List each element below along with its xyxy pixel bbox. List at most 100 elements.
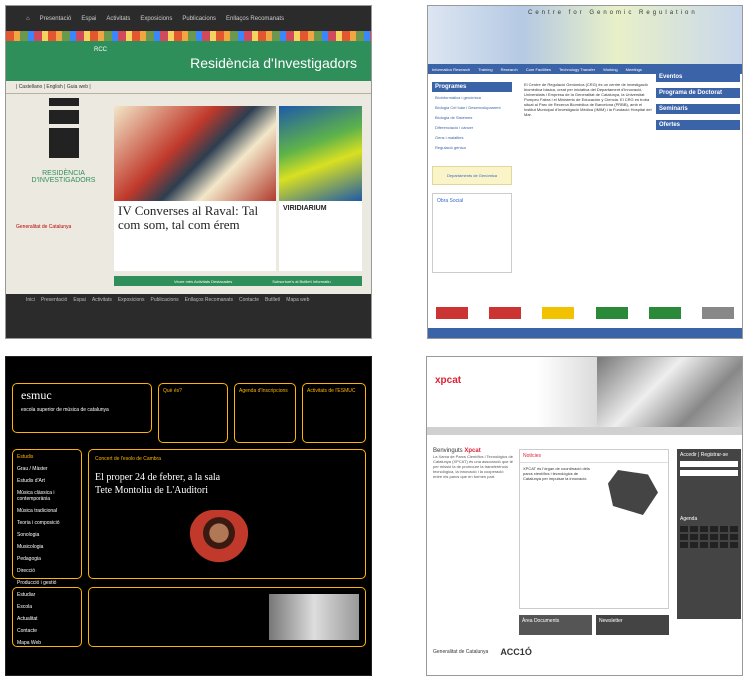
username-field[interactable] — [680, 461, 738, 467]
calendar-day[interactable] — [710, 542, 718, 548]
menu-item[interactable]: Direcció — [17, 568, 77, 574]
menu-item[interactable]: Grau / Màster — [17, 466, 77, 472]
footer-link[interactable]: Enllaços Recomanats — [185, 297, 233, 303]
news-box[interactable] — [88, 587, 366, 647]
nav-item[interactable]: Enllaços Recomanats — [226, 16, 284, 22]
menu-item[interactable]: Research — [501, 67, 518, 72]
calendar-day[interactable] — [730, 542, 738, 548]
menu-item[interactable]: Musicologia — [17, 544, 77, 550]
menu-item[interactable]: Producció i gestió — [17, 580, 77, 586]
calendar-day[interactable] — [690, 526, 698, 532]
secondary-card[interactable]: VIRIDIARIUM — [279, 106, 362, 271]
program-link[interactable]: Biologia Cel·lular i Desenvolupament — [435, 105, 509, 110]
program-link[interactable]: Diferenciació i càncer — [435, 125, 509, 130]
agenda-title[interactable]: Agenda d'Inscripcions — [239, 388, 291, 395]
nav-item[interactable]: Exposicions — [140, 16, 172, 22]
calendar-day[interactable] — [710, 534, 718, 540]
menu-item[interactable]: Sonologia — [17, 532, 77, 538]
footer-link[interactable]: Exposicions — [118, 297, 145, 303]
calendar-day[interactable] — [720, 526, 728, 532]
menu-item[interactable]: Teoria i composició — [17, 520, 77, 526]
obra-social-banner[interactable]: Obra Social — [432, 193, 512, 273]
login-title[interactable]: Accedir | Registrar-se — [680, 452, 738, 458]
footer-link[interactable]: Contacte — [239, 297, 259, 303]
calendar-day[interactable] — [690, 534, 698, 540]
calendar-day[interactable] — [690, 542, 698, 548]
menu-item[interactable]: Training — [478, 67, 492, 72]
calendar-day[interactable] — [700, 542, 708, 548]
featured-card[interactable]: IV Converses al Raval: Tal com som, tal … — [114, 106, 276, 271]
footer-link[interactable]: Publicacions — [151, 297, 179, 303]
footer-link[interactable]: Espai — [73, 297, 86, 303]
activities-title[interactable]: Activitats de l'ESMUC — [307, 388, 361, 395]
menu-item[interactable]: Contacte — [17, 628, 77, 634]
catalonia-map[interactable] — [608, 470, 658, 515]
welcome-body: La Xarxa de Parcs Científics i Tecnològi… — [433, 454, 513, 479]
logo[interactable]: xpcat — [435, 375, 461, 386]
acc1o-logo[interactable]: ACC1Ó — [500, 647, 532, 657]
calendar-day[interactable] — [700, 534, 708, 540]
calendar-day[interactable] — [710, 526, 718, 532]
program-link[interactable]: Bioinformàtica i genòmica — [435, 95, 509, 100]
nav-item[interactable]: Publicacions — [182, 16, 216, 22]
partner-logo[interactable] — [435, 307, 468, 319]
password-field[interactable] — [680, 470, 738, 476]
footer-link[interactable]: Butlletí — [265, 297, 280, 303]
menu-item[interactable]: Technology Transfer — [559, 67, 595, 72]
menu-item[interactable]: Estudiar — [17, 592, 77, 598]
footer-link[interactable]: Inici — [26, 297, 35, 303]
partner-logo[interactable] — [488, 307, 521, 319]
home-icon[interactable]: ⌂ — [26, 16, 30, 22]
menu-item[interactable]: Música tradicional — [17, 508, 77, 514]
logo[interactable]: esmuc — [13, 384, 151, 407]
menu-item[interactable]: Música clàssica i contemporània — [17, 490, 77, 502]
calendar-day[interactable] — [720, 534, 728, 540]
featured-concert[interactable]: Concert de l'esolo de Cambra El proper 2… — [88, 449, 366, 579]
newsletter-banner[interactable]: Newsletter — [596, 615, 669, 635]
menu-item[interactable]: Mapa Web — [17, 640, 77, 646]
menu-item[interactable]: Information Research — [432, 67, 470, 72]
menu-item[interactable]: Actualitat — [17, 616, 77, 622]
secondary-image — [279, 106, 362, 201]
activities-box[interactable]: Activitats de l'ESMUC — [302, 383, 366, 443]
nav-item[interactable]: Presentació — [40, 16, 72, 22]
calendar-day[interactable] — [680, 534, 688, 540]
menu-item[interactable]: Estudis d'Art — [17, 478, 77, 484]
calendar-day[interactable] — [680, 526, 688, 532]
secondary-title[interactable]: VIRIDIARIUM — [279, 201, 362, 216]
menu-item[interactable]: Meetings — [626, 67, 642, 72]
partner-logo[interactable] — [648, 307, 681, 319]
nav-item[interactable]: Activitats — [106, 16, 130, 22]
concert-headline[interactable]: El proper 24 de febrer, a la sala Tete M… — [95, 471, 235, 497]
newsletter-link[interactable]: Subscriure's al Butlletí Informatiu — [272, 279, 330, 284]
calendar-day[interactable] — [700, 526, 708, 532]
footer-link[interactable]: Presentació — [41, 297, 67, 303]
menu-item[interactable]: Working — [603, 67, 618, 72]
footer-link[interactable]: Mapa web — [286, 297, 309, 303]
partner-logo[interactable] — [542, 307, 575, 319]
footer-link[interactable]: Activitats — [92, 297, 112, 303]
program-link[interactable]: Biologia de Sistemes — [435, 115, 509, 120]
menu-item[interactable]: Escola — [17, 604, 77, 610]
featured-title[interactable]: IV Converses al Raval: Tal com som, tal … — [114, 201, 276, 235]
calendar-day[interactable] — [730, 526, 738, 532]
info-title[interactable]: Què és? — [163, 388, 223, 395]
language-links[interactable]: | Castellano | English | Guia web | — [6, 81, 371, 94]
info-box[interactable]: Què és? — [158, 383, 228, 443]
partner-logo[interactable] — [702, 307, 735, 319]
calendar-day[interactable] — [680, 542, 688, 548]
agenda-box[interactable]: Agenda d'Inscripcions — [234, 383, 296, 443]
nav-item[interactable]: Espai — [81, 16, 96, 22]
more-activities-link[interactable]: Veure més Activitats Destacades — [174, 279, 232, 284]
news-tab[interactable]: Notícies — [520, 450, 668, 463]
menu-item[interactable]: Pedagogia — [17, 556, 77, 562]
partner-logo[interactable] — [595, 307, 628, 319]
menu-item[interactable]: Core Facilities — [526, 67, 551, 72]
documents-banner[interactable]: Àrea Documents — [519, 615, 592, 635]
gencat-logo[interactable]: Generalitat de Catalunya — [433, 649, 488, 655]
calendar-day[interactable] — [720, 542, 728, 548]
program-link[interactable]: Regulació gènica — [435, 145, 509, 150]
departments-box[interactable]: Departaments de Genòmica — [432, 166, 512, 185]
calendar-day[interactable] — [730, 534, 738, 540]
program-link[interactable]: Gens i malalties — [435, 135, 509, 140]
